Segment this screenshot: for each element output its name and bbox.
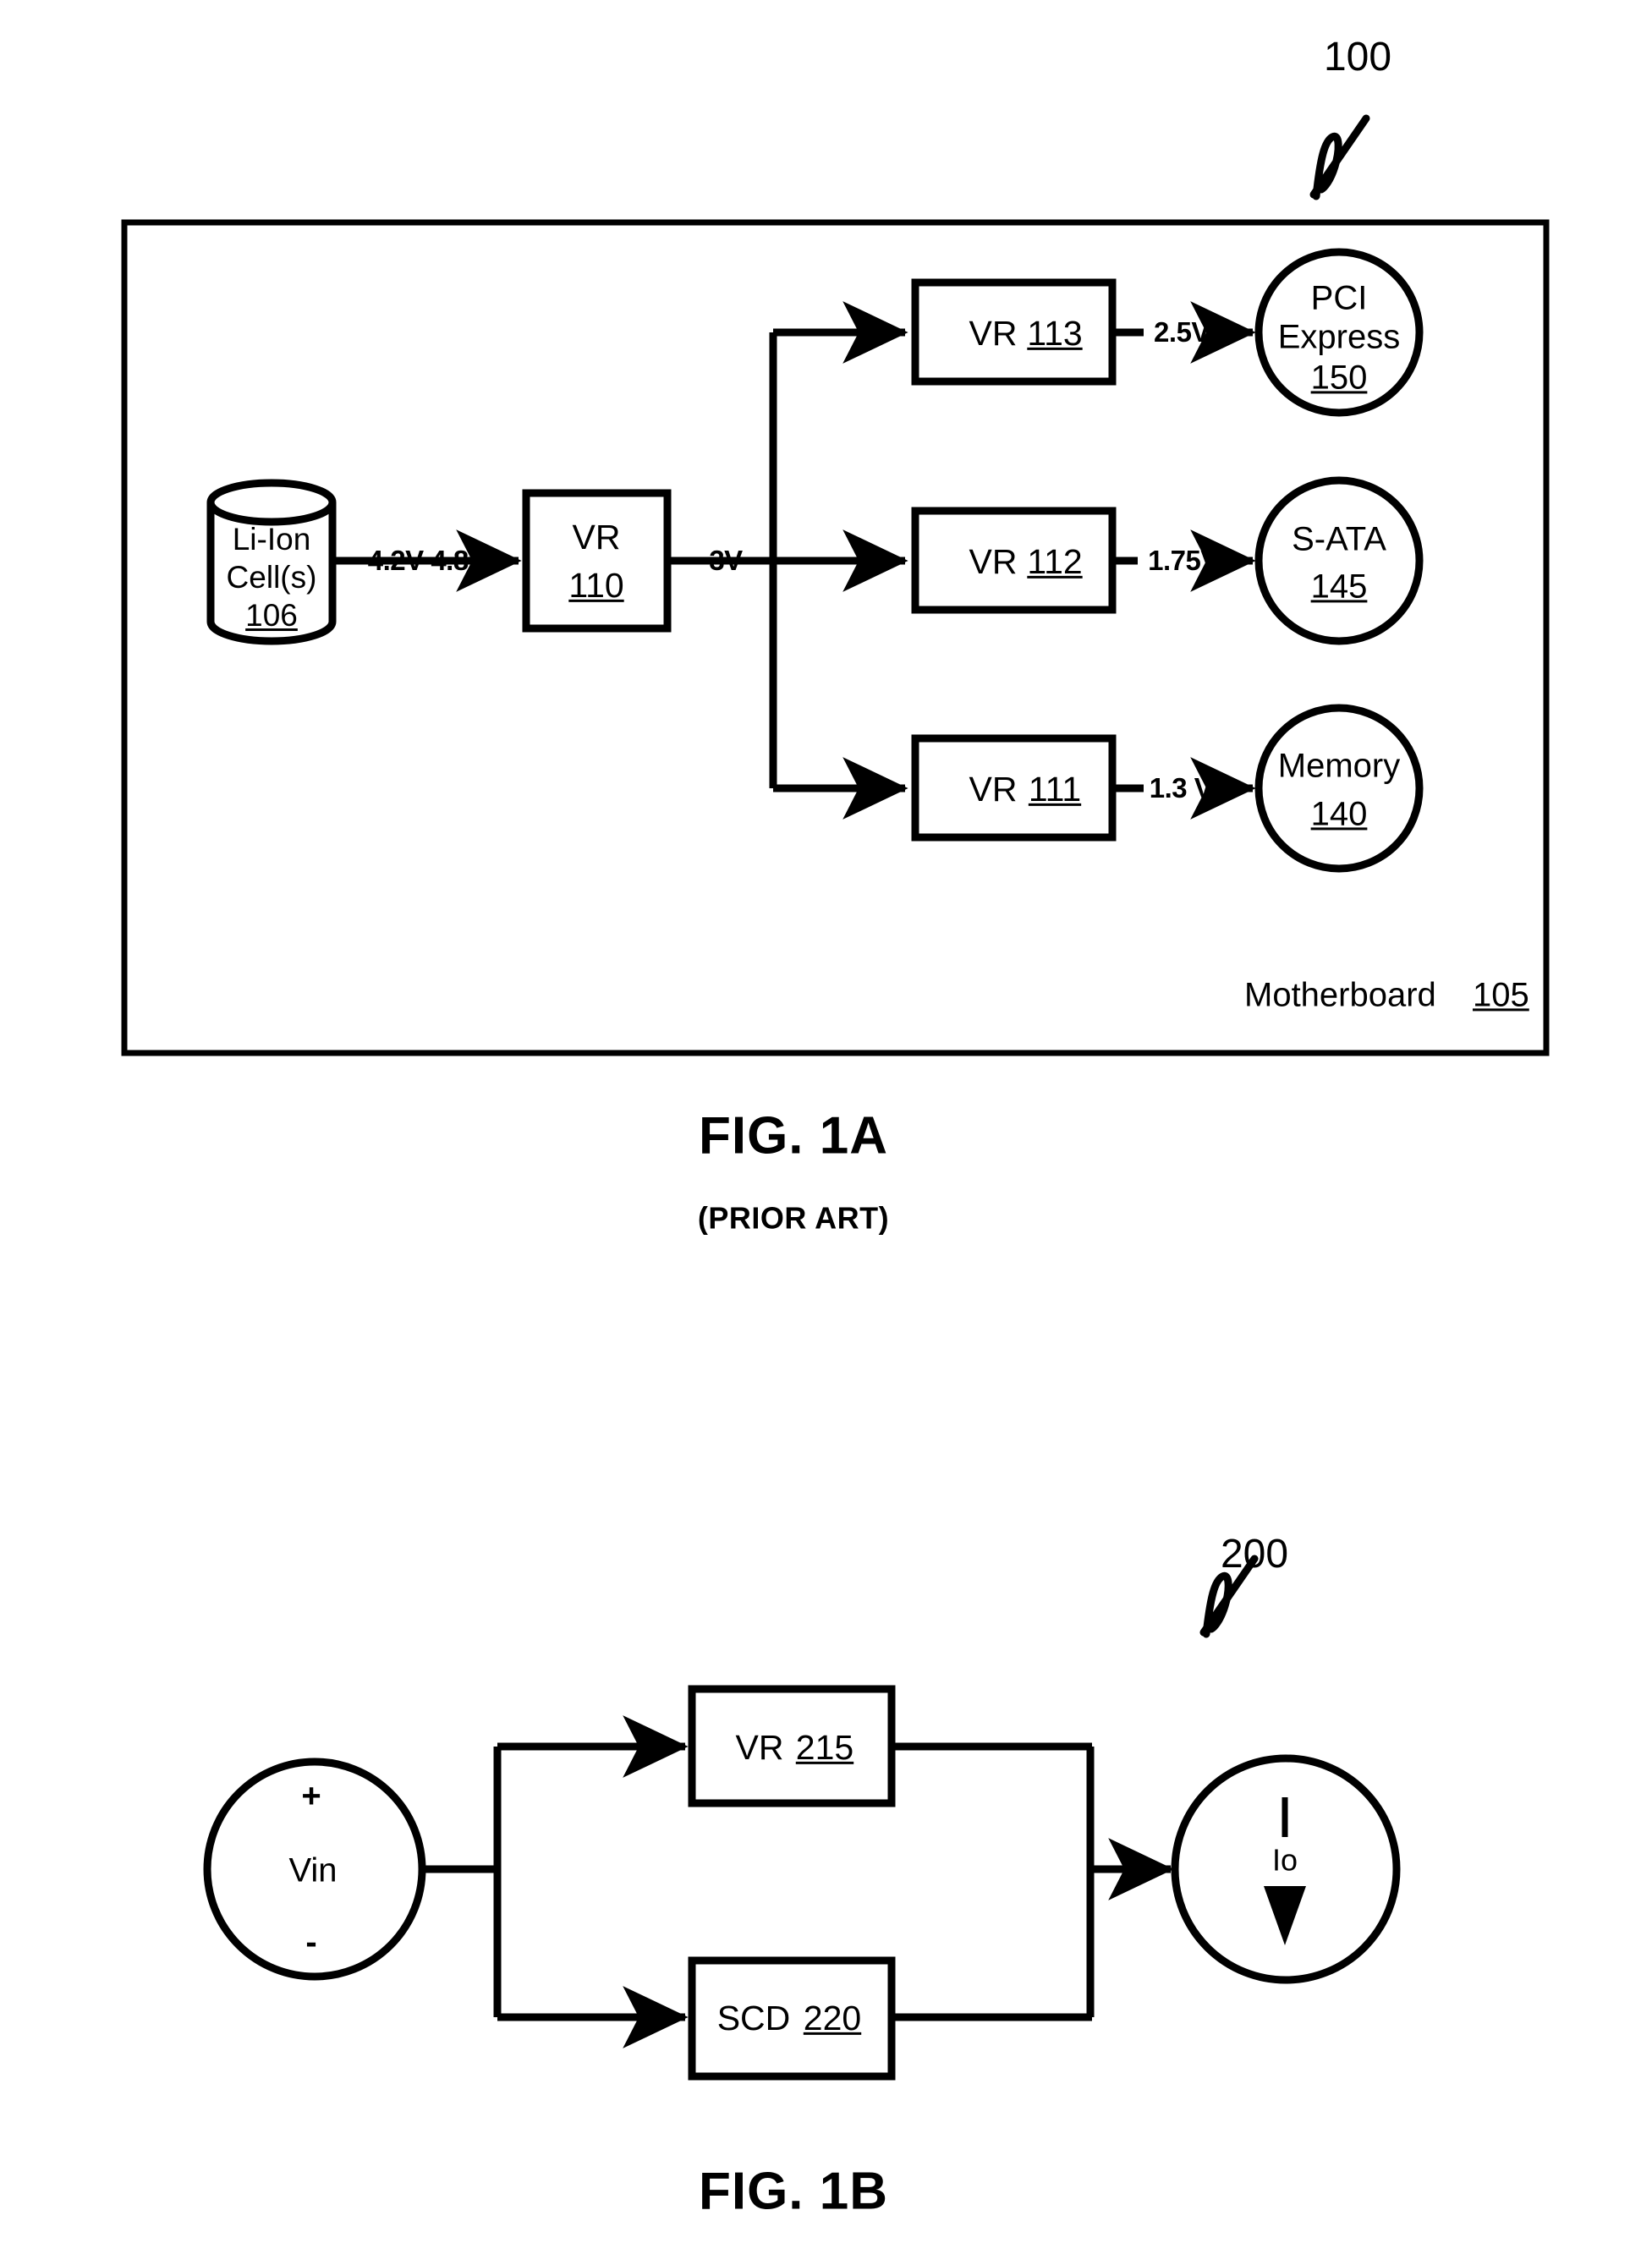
fig1a-prior-art-caption: (PRIOR ART): [697, 1200, 890, 1236]
vr113-ref: 113: [1027, 313, 1083, 353]
li-ion-cell-label-line2: Cell(s): [226, 560, 317, 595]
fig1a-caption: FIG. 1A: [698, 1106, 889, 1165]
li-ion-cell-ref: 106: [245, 598, 298, 633]
memory-label: Memory: [1277, 747, 1401, 785]
edge-label-vr113-voltage: 2.5V: [1154, 316, 1210, 348]
sata-ref: 145: [1310, 568, 1368, 606]
vr111-ref: 111: [1028, 769, 1082, 809]
fig1b-caption: FIG. 1B: [698, 2162, 889, 2221]
motherboard-ref: 105: [1473, 976, 1529, 1014]
pci-express-ref: 150: [1310, 359, 1368, 397]
scd220-label: SCD: [716, 1998, 791, 2037]
motherboard-label: Motherboard: [1244, 976, 1436, 1014]
sata-label: S-ATA: [1292, 520, 1386, 558]
memory-ref: 140: [1310, 795, 1368, 833]
fig1a-reference-number: 100: [1323, 35, 1392, 80]
vin-plus-sign: +: [301, 1777, 321, 1815]
vr112-label: VR: [969, 541, 1018, 581]
fig1b-graphics: [203, 1555, 1401, 2081]
edge-label-vr110-out: 3V: [709, 545, 743, 577]
sata-node-circle: [1254, 476, 1424, 645]
vr110-box: [522, 489, 672, 633]
ref-squiggle-100: [1309, 114, 1370, 200]
vr112-ref: 112: [1027, 541, 1083, 581]
vr215-label: VR: [735, 1727, 784, 1767]
vr215-box: [688, 1685, 896, 1807]
vr113-label: VR: [969, 313, 1018, 353]
vr110-label: VR: [572, 517, 621, 557]
io-label: Io: [1271, 1842, 1298, 1878]
edge-label-cell-to-vr110: 4.2V-4.8V: [367, 545, 487, 577]
pci-express-label-line1: PCI: [1310, 279, 1368, 317]
scd220-ref: 220: [803, 1998, 862, 2037]
vr111-label: VR: [969, 769, 1018, 809]
patent-drawing-sheet: 100 Li-Ion Cell(s) 106 4.2V-4.8V VR 110 …: [0, 0, 1652, 2254]
vr110-ref: 110: [568, 565, 624, 605]
vin-label: Vin: [288, 1851, 338, 1889]
memory-node-circle: [1254, 704, 1424, 873]
li-ion-cell-label-line1: Li-Ion: [232, 522, 311, 557]
fig1b-reference-number: 200: [1220, 1532, 1289, 1577]
vin-minus-sign: -: [305, 1923, 317, 1961]
pci-express-label-line2: Express: [1277, 318, 1401, 356]
vr215-ref: 215: [795, 1727, 854, 1767]
edge-label-vr112-voltage: 1.75V: [1148, 545, 1219, 577]
edge-label-vr111-voltage: 1.3 V: [1149, 772, 1213, 804]
